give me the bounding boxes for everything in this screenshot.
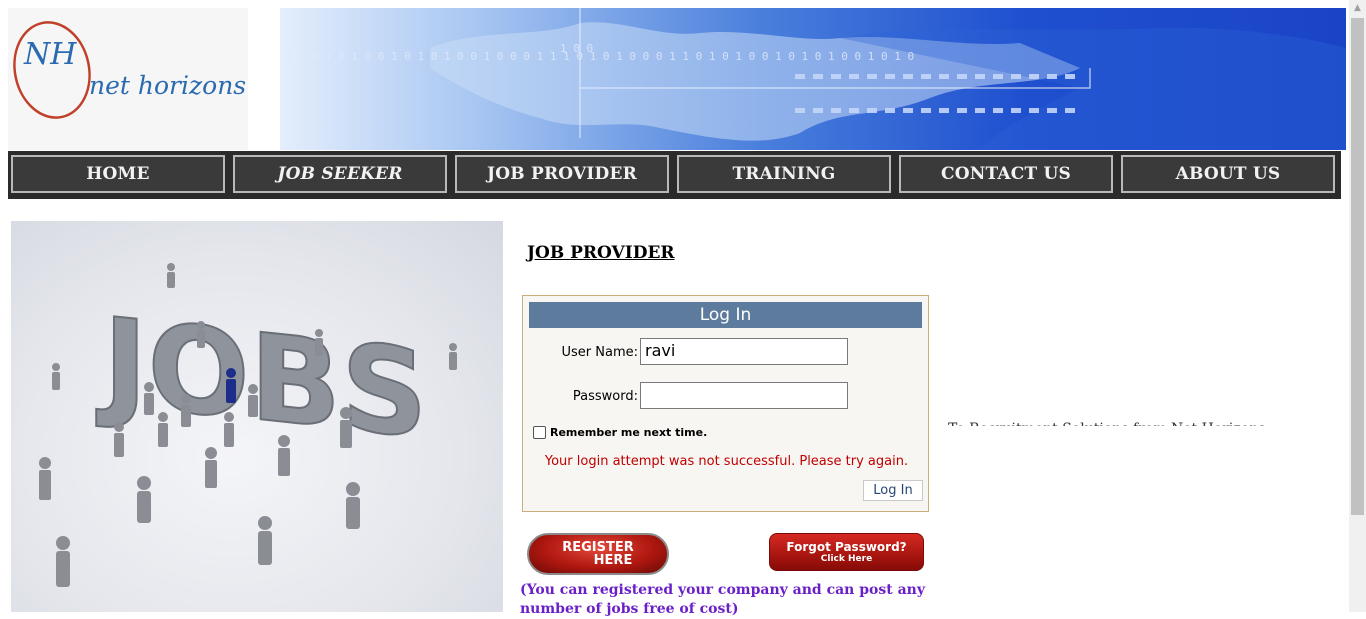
username-field[interactable]: ravi (640, 338, 848, 365)
person-figure (315, 329, 323, 356)
person-figure (56, 536, 70, 587)
login-button[interactable]: Log In (863, 480, 923, 501)
person-figure (137, 476, 151, 523)
main-nav: HOME JOB SEEKER JOB PROVIDER TRAINING CO… (8, 151, 1341, 199)
person-figure (346, 482, 360, 529)
person-figure (39, 457, 51, 500)
nav-home[interactable]: HOME (11, 155, 225, 193)
world-map-graphic: 1 1 0 1 0 1 0 0 1 0 1 0 1 0 0 1 0 0 0 1 … (285, 8, 1346, 150)
logo-text: net horizons (89, 71, 246, 100)
logo-monogram: NH (23, 37, 77, 72)
person-figure (258, 516, 272, 565)
person-figure (224, 412, 234, 447)
banner-binary-col: 1 0 0 (560, 42, 593, 55)
nav-contact-us[interactable]: CONTACT US (899, 155, 1113, 193)
register-here-button[interactable]: REGISTER HERE (527, 533, 669, 575)
nav-about-us[interactable]: ABOUT US (1121, 155, 1335, 193)
forgot-password-line1: Forgot Password? (786, 540, 907, 554)
scrollbar-thumb[interactable] (1351, 18, 1364, 515)
person-figure (52, 363, 60, 390)
nav-job-seeker[interactable]: JOB SEEKER (233, 155, 447, 193)
password-label: Password: (572, 389, 638, 404)
registration-note: (You can registered your company and can… (520, 582, 925, 617)
person-figure (144, 382, 154, 415)
highlighted-person-figure (226, 368, 236, 403)
person-figure (449, 343, 457, 370)
login-panel: Log In User Name: ravi Password: Remembe… (522, 295, 929, 512)
person-figure (278, 435, 290, 476)
logo-graphic: NH net horizons (13, 21, 246, 119)
person-figure (158, 412, 168, 447)
person-figure (167, 263, 175, 288)
forgot-password-button[interactable]: Forgot Password? Click Here (769, 533, 924, 571)
register-button-line2: HERE (593, 553, 633, 568)
password-field[interactable] (640, 382, 848, 409)
jobs-illustration: JOBS (39, 263, 457, 587)
jobs-3d-word: JOBS (96, 291, 428, 465)
page-title: JOB PROVIDER (527, 243, 675, 263)
person-figure (181, 394, 191, 427)
remember-me-checkbox[interactable] (533, 426, 546, 439)
banner-binary-row-1: 1 1 0 1 0 1 0 0 1 0 1 0 1 0 0 1 0 0 0 1 … (285, 50, 914, 63)
remember-me-label: Remember me next time. (550, 426, 708, 439)
logo: NH net horizons (8, 8, 248, 150)
person-figure (340, 407, 352, 448)
person-figure (114, 422, 124, 457)
person-figure (205, 447, 217, 488)
jobs-hero-image: JOBS (11, 221, 503, 612)
scrolling-marquee: To Recruitment Solutions from Net Horizo… (948, 420, 1278, 426)
login-error-message: Your login attempt was not successful. P… (544, 454, 909, 469)
login-title: Log In (529, 302, 922, 328)
person-figure (197, 321, 205, 348)
username-label: User Name: (561, 345, 639, 360)
person-figure (248, 384, 258, 417)
header-banner: 1 1 0 1 0 1 0 0 1 0 1 0 1 0 0 1 0 0 0 1 … (280, 8, 1346, 150)
nav-training[interactable]: TRAINING (677, 155, 891, 193)
scroll-up-arrow-icon[interactable]: ▲ (1349, 0, 1366, 16)
forgot-password-line2: Click Here (820, 554, 873, 564)
nav-job-provider[interactable]: JOB PROVIDER (455, 155, 669, 193)
remember-me: Remember me next time. (533, 426, 707, 439)
